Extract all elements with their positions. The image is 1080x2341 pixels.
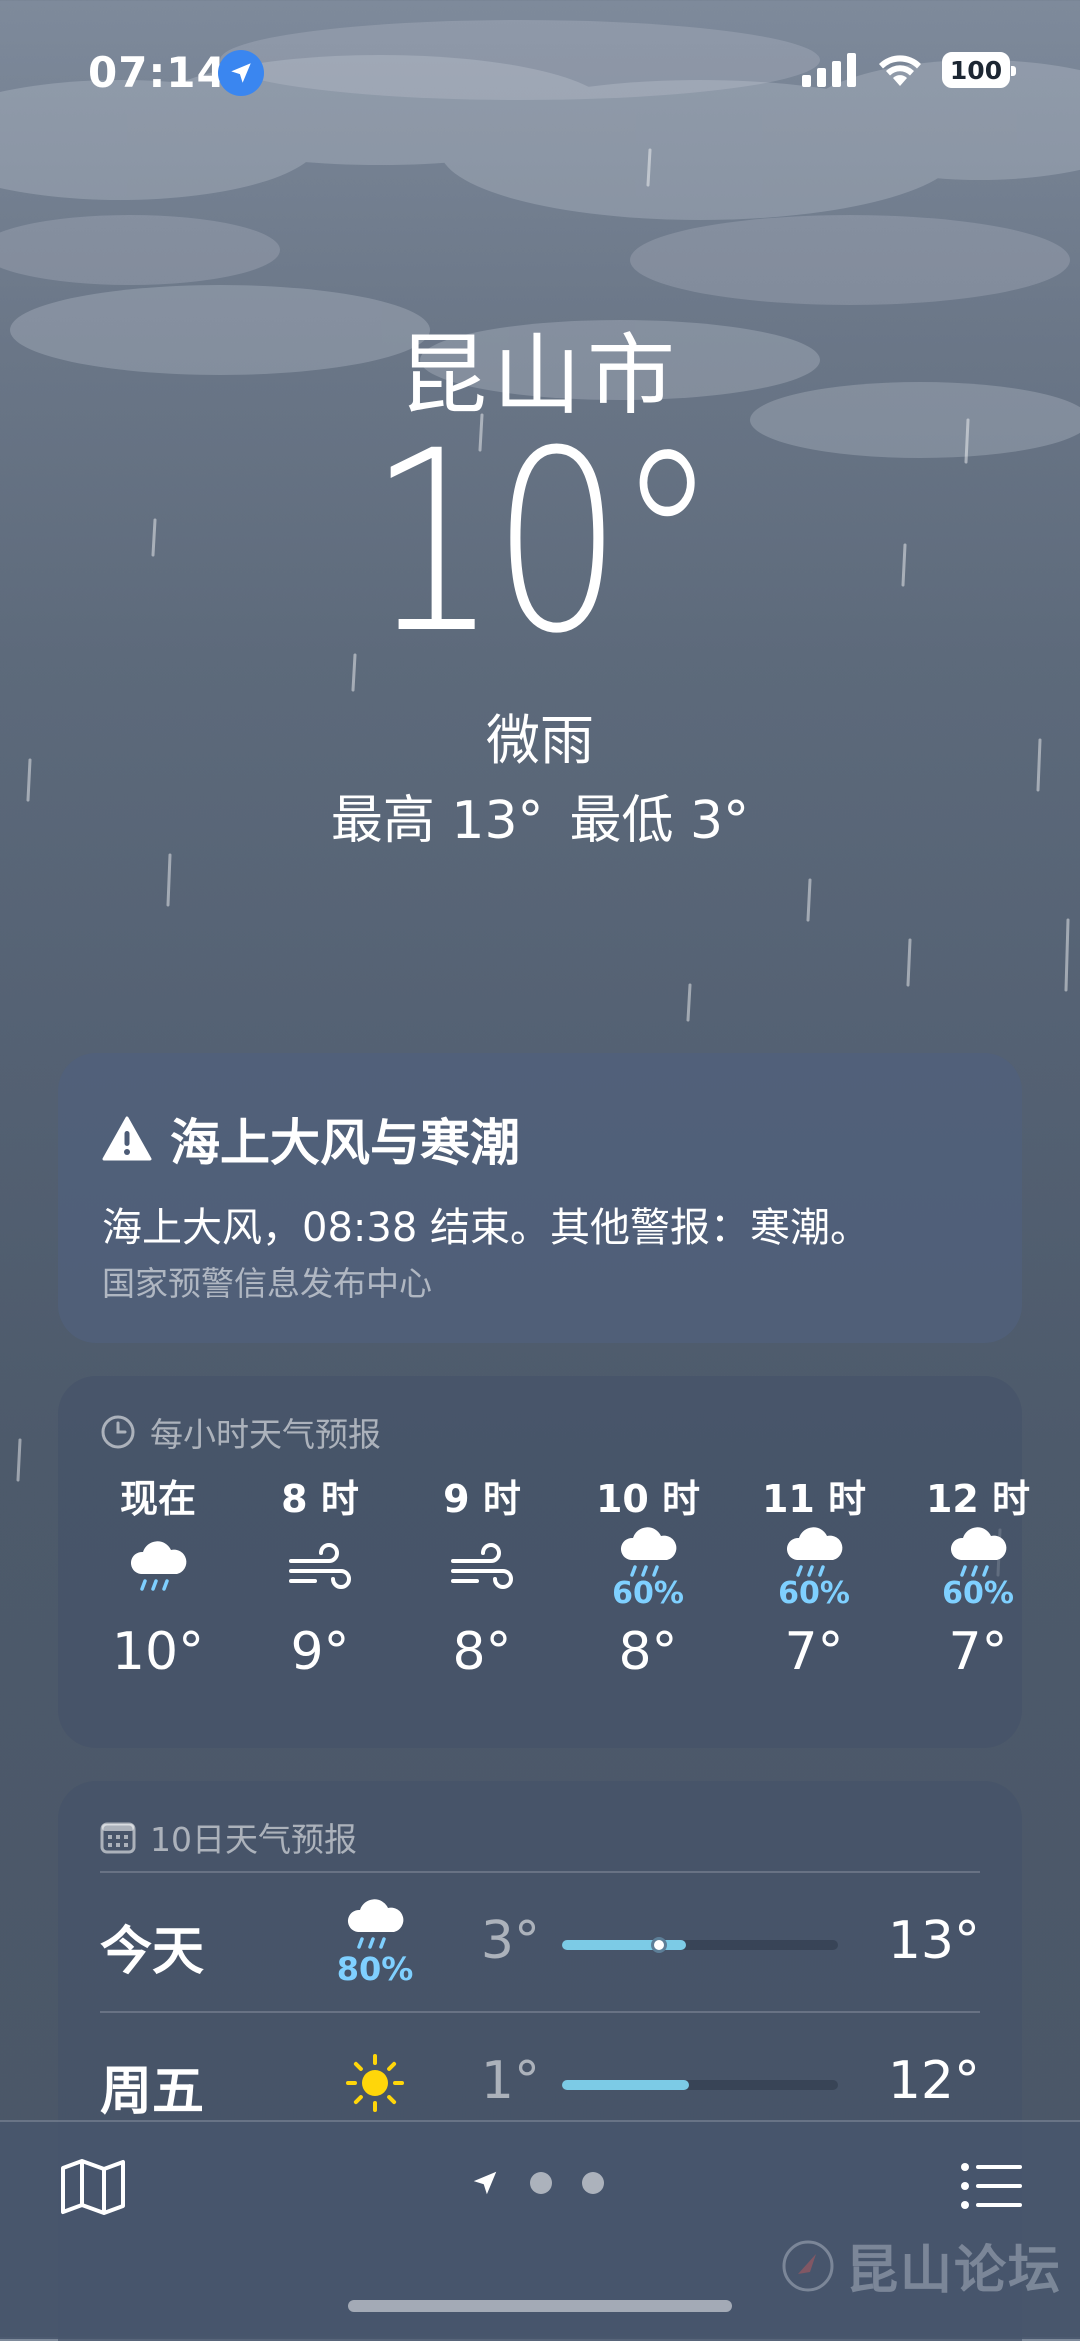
alert-source: 国家预警信息发布中心 [102, 1264, 432, 1303]
high-temperature: 最高 13° [330, 791, 544, 851]
sun-icon [345, 2053, 405, 2113]
hourly-forecast-card[interactable]: 每小时天气预报 现在 10° 8 时 9° 9 时 8° 10 时 60% 8° 11 时 60% 7… [58, 1376, 1030, 1748]
day-precip-chance: 80% [336, 1950, 414, 1988]
battery-indicator: 100 [942, 52, 1016, 88]
rain-cloud-icon [342, 1898, 408, 1954]
list-icon [961, 2163, 1022, 2209]
hour-icon-wrap [88, 1518, 228, 1618]
hour-precip-chance: 60% [778, 1575, 850, 1611]
rain-cloud-icon [945, 1526, 1011, 1582]
day-label: 今天 [100, 1922, 205, 1982]
hour-icon-wrap [250, 1518, 390, 1618]
hour-icon-wrap: 60% [908, 1518, 1048, 1618]
hour-precip-chance: 60% [942, 1575, 1014, 1611]
hour-label: 9 时 [443, 1477, 521, 1521]
map-button[interactable] [60, 2158, 126, 2220]
hour-temperature: 9° [290, 1622, 350, 1682]
hourly-header: 每小时天气预报 [100, 1408, 381, 1456]
page-indicator[interactable] [470, 2168, 604, 2198]
hour-temperature: 7° [948, 1622, 1008, 1682]
watermark-logo-icon [782, 2240, 834, 2291]
hour-temperature: 8° [452, 1622, 512, 1682]
hour-label: 11 时 [761, 1477, 867, 1521]
warning-triangle-icon [102, 1116, 152, 1161]
hourly-list[interactable]: 现在 10° 8 时 9° 9 时 8° 10 时 60% 8° 11 时 60% 7° 12 时 60%… [58, 1468, 1030, 1738]
status-time: 07:14 [88, 48, 227, 97]
daily-row[interactable]: 今天 80% 3° 13° [100, 1871, 980, 2013]
clock-icon [101, 1415, 135, 1449]
temperature-range-fill [562, 1940, 686, 1950]
hourly-item: 11 时 60% 7° [744, 1468, 884, 1682]
temperature-range-fill [562, 2080, 689, 2090]
alert-title-text: 海上大风与寒潮 [170, 1114, 520, 1172]
temperature-range-bar [562, 2080, 838, 2090]
hour-precip-chance: 60% [612, 1575, 684, 1611]
page-dot[interactable] [582, 2172, 604, 2194]
status-bar: 07:14 100 [0, 48, 1080, 98]
hour-temperature: 10° [111, 1622, 205, 1682]
calendar-icon [100, 1822, 136, 1854]
location-arrow-icon [218, 50, 264, 96]
home-indicator[interactable] [348, 2300, 732, 2312]
wind-icon [287, 1543, 353, 1593]
cellular-signal-icon [802, 53, 856, 87]
day-label: 周五 [100, 2062, 205, 2122]
map-icon [61, 2159, 125, 2215]
list-button[interactable] [960, 2162, 1022, 2214]
forum-watermark: 昆山论坛 [780, 2228, 1062, 2303]
current-temp-marker [651, 1937, 667, 1953]
hourly-header-label: 每小时天气预报 [150, 1415, 381, 1454]
daily-header: 10日天气预报 [100, 1813, 357, 1861]
alert-body: 海上大风，08:38 结束。其他警报：寒潮。 [102, 1205, 870, 1251]
day-high-temp: 12° [887, 2051, 980, 2111]
rain-cloud-icon [125, 1540, 191, 1596]
hour-label: 8 时 [281, 1477, 359, 1521]
temperature-range-bar [562, 1937, 838, 1953]
hour-label: 现在 [119, 1477, 196, 1521]
current-location-arrow-icon[interactable] [470, 2168, 500, 2198]
low-temperature: 最低 3° [569, 791, 750, 851]
hourly-item: 12 时 60% 7° [908, 1468, 1048, 1682]
hour-icon-wrap: 60% [578, 1518, 718, 1618]
hourly-item: 现在 10° [88, 1468, 228, 1682]
day-icon-wrap: 80% [320, 1873, 430, 2013]
weather-alert-card[interactable]: 海上大风与寒潮 海上大风，08:38 结束。其他警报：寒潮。 国家预警信息发布中… [58, 1053, 1022, 1343]
hour-icon-wrap: 60% [744, 1518, 884, 1618]
current-temperature: 10° [368, 397, 718, 688]
rain-cloud-icon [615, 1526, 681, 1582]
hourly-item: 9 时 8° [412, 1468, 552, 1682]
hourly-item: 8 时 9° [250, 1468, 390, 1682]
rain-cloud-icon [781, 1526, 847, 1582]
hour-label: 12 时 [925, 1477, 1031, 1521]
current-condition: 微雨 [486, 709, 594, 772]
page-dot[interactable] [530, 2172, 552, 2194]
day-low-temp: 1° [480, 2051, 540, 2111]
hour-icon-wrap [412, 1518, 552, 1618]
day-low-temp: 3° [480, 1911, 540, 1971]
hour-temperature: 7° [784, 1622, 844, 1682]
hourly-item: 10 时 60% 8° [578, 1468, 718, 1682]
hour-label: 10 时 [595, 1477, 701, 1521]
day-high-temp: 13° [887, 1911, 980, 1971]
high-low-temperature: 最高 13° 最低 3° [0, 778, 1080, 853]
daily-header-label: 10日天气预报 [150, 1820, 357, 1859]
wind-icon [449, 1543, 515, 1593]
watermark-text: 昆山论坛 [846, 2240, 1063, 2301]
alert-title: 海上大风与寒潮 [102, 1103, 520, 1175]
wifi-icon [879, 55, 921, 86]
hour-temperature: 8° [618, 1622, 678, 1682]
